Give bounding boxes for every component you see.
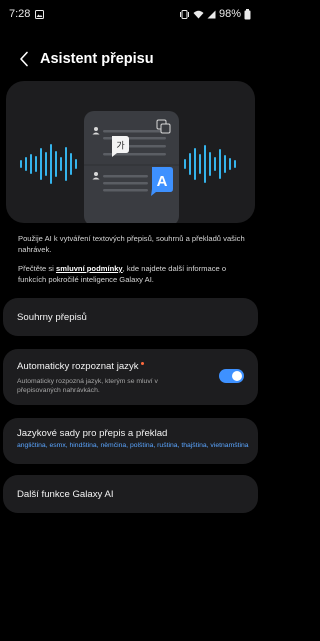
more-galaxy-ai-title: Další funkce Galaxy AI	[17, 489, 114, 500]
vibrate-icon	[179, 9, 190, 19]
badge-glyph: A	[157, 173, 168, 190]
header: Asistent přepisu	[0, 44, 261, 74]
auto-detect-language-setting[interactable]: Automaticky rozpoznat jazyk Automaticky …	[3, 349, 258, 405]
status-time: 7:28	[9, 8, 31, 20]
hero-illustration: 가 A	[6, 81, 255, 223]
summaries-title: Souhrny přepisů	[17, 312, 87, 323]
description-text: Použije AI k vytváření textových přepisů…	[18, 234, 245, 254]
signal-icon	[207, 10, 216, 19]
auto-detect-title: Automaticky rozpoznat jazyk	[17, 361, 144, 372]
auto-detect-subtitle: Automaticky rozpozná jazyk, kterým se ml…	[17, 378, 158, 394]
language-packs-title: Jazykové sady pro přepis a překlad	[17, 428, 168, 439]
back-arrow-icon	[20, 51, 28, 67]
language-list: angličtina, esmx, hindština, němčina, po…	[17, 442, 249, 449]
wifi-icon	[193, 10, 204, 19]
korean-glyph: 가	[116, 141, 124, 152]
image-notification-icon	[35, 9, 45, 19]
toggle-knob	[232, 371, 242, 381]
translation-badge: A	[151, 167, 173, 196]
battery-icon	[244, 8, 251, 20]
language-packs-setting[interactable]: Jazykové sady pro přepis a překlad angli…	[3, 418, 258, 464]
battery-percentage: 98%	[218, 8, 241, 20]
terms-paragraph: Přečtěte si smluvní podmínky, kde najdet…	[18, 264, 248, 285]
sound-wave-left	[20, 144, 77, 184]
terms-link[interactable]: smluvní podmínky	[56, 264, 123, 273]
navigation-bar	[0, 604, 261, 641]
auto-detect-toggle[interactable]	[219, 369, 244, 383]
terms-prefix: Přečtěte si	[18, 264, 56, 273]
more-galaxy-ai-setting[interactable]: Další funkce Galaxy AI	[3, 475, 258, 513]
new-badge-dot	[140, 362, 144, 365]
status-bar: 7:28 98%	[0, 0, 261, 28]
sound-wave-right	[184, 145, 236, 183]
summaries-setting[interactable]: Souhrny přepisů	[3, 298, 258, 336]
page-title: Asistent přepisu	[40, 51, 154, 67]
back-button[interactable]	[13, 48, 35, 70]
